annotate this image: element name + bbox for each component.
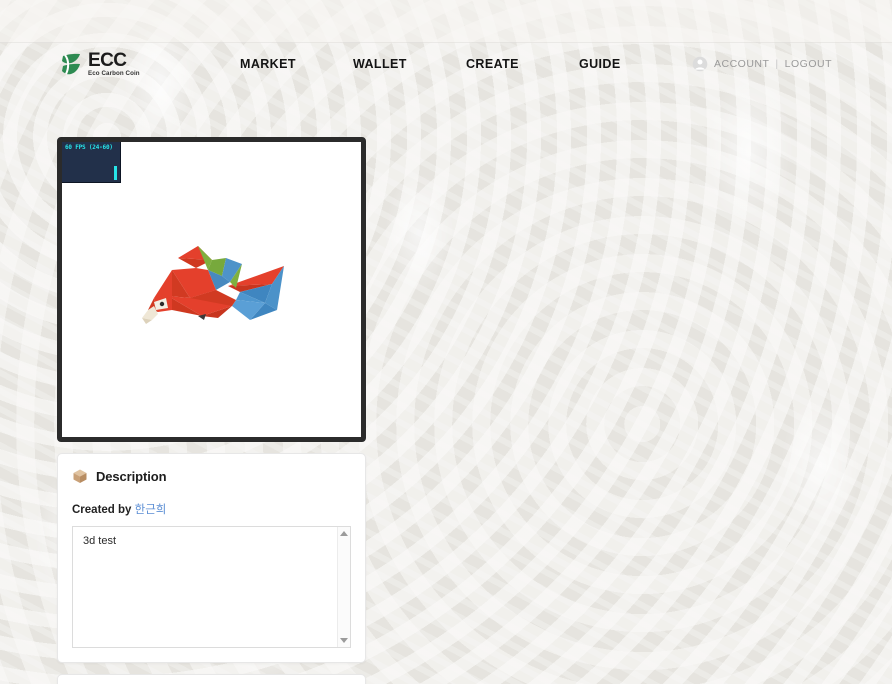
scroll-down-icon[interactable]	[340, 638, 348, 643]
nav-item-wallet[interactable]: WALLET	[353, 57, 466, 71]
account-link[interactable]: ACCOUNT	[714, 58, 769, 70]
account-area: ACCOUNT | LOGOUT	[692, 56, 832, 72]
box-icon	[73, 469, 87, 483]
description-title: Description	[96, 468, 167, 484]
logout-link[interactable]: LOGOUT	[785, 58, 832, 70]
description-card: Description Created by 한근희 3d test	[57, 453, 366, 663]
fps-label: 60 FPS (24-60)	[65, 144, 113, 151]
nav-item-guide[interactable]: GUIDE	[579, 57, 692, 71]
model-viewer[interactable]: 60 FPS (24-60)	[57, 137, 366, 442]
scroll-up-icon[interactable]	[340, 531, 348, 536]
description-scrollbar[interactable]	[337, 527, 350, 647]
leaf-logo-icon	[62, 53, 80, 75]
top-navigation-bar: ECC Eco Carbon Coin MARKET WALLET CREATE…	[60, 43, 832, 85]
fps-graph-bar	[114, 166, 117, 180]
creator-name[interactable]: 한근희	[135, 504, 167, 516]
nav-item-market[interactable]: MARKET	[240, 57, 353, 71]
main-nav: MARKET WALLET CREATE GUIDE	[180, 57, 692, 71]
logo-title: ECC	[88, 49, 127, 71]
details-card: Details Contract Address 0xd1ece...ee67b…	[57, 674, 366, 684]
nav-item-create[interactable]: CREATE	[466, 57, 579, 71]
user-avatar-icon	[692, 56, 708, 72]
ecc-logo[interactable]: ECC Eco Carbon Coin	[60, 51, 180, 77]
description-textarea[interactable]: 3d test	[72, 526, 351, 648]
page-root: ECC Eco Carbon Coin MARKET WALLET CREATE…	[0, 0, 892, 684]
details-header: Details	[58, 675, 365, 684]
parrot-3d-model	[141, 246, 284, 325]
left-column: 60 FPS (24-60) Description Created by 한근…	[57, 137, 366, 684]
nav-separator: |	[775, 58, 779, 70]
logo-tagline: Eco Carbon Coin	[88, 69, 140, 77]
created-by-row: Created by 한근희	[58, 484, 365, 526]
fps-overlay: 60 FPS (24-60)	[62, 142, 121, 183]
topbar-background	[0, 0, 892, 43]
description-header: Description	[58, 454, 365, 484]
created-by-label: Created by	[72, 504, 132, 516]
description-body: 3d test	[83, 535, 117, 547]
